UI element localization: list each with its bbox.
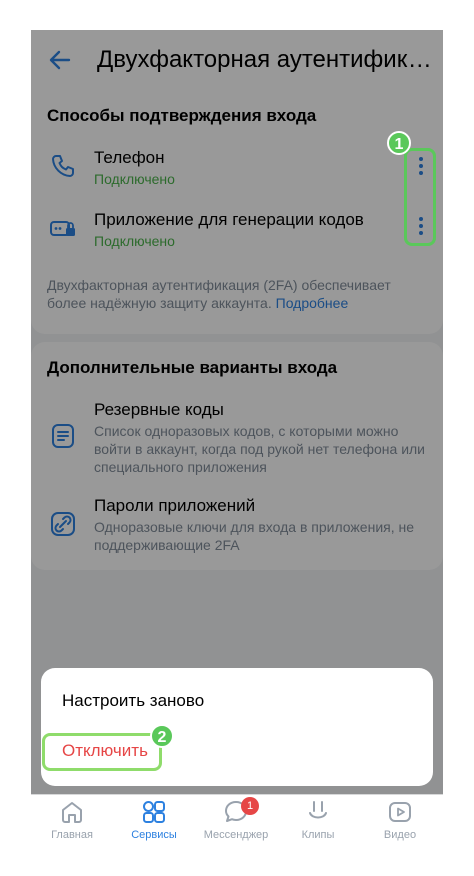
video-play-icon (389, 802, 411, 822)
clips-icon (309, 801, 327, 819)
tab-label: Сервисы (131, 829, 177, 841)
tab-label: Клипы (301, 829, 335, 841)
phone-screen: Двухфакторная аутентификация Способы под… (31, 30, 443, 846)
tab-services[interactable]: Сервисы (113, 799, 195, 845)
tab-label: Видео (383, 829, 417, 841)
home-icon (62, 802, 82, 823)
tab-video[interactable]: Видео (359, 799, 441, 845)
services-grid-icon (143, 801, 165, 823)
step-badge: 1 (387, 131, 411, 155)
unread-count-badge: 1 (241, 797, 259, 815)
step-badge: 2 (150, 724, 174, 748)
tab-home[interactable]: Главная (31, 799, 113, 845)
tab-messenger[interactable]: 1 Мессенджер (195, 797, 277, 845)
reset-button[interactable]: Настроить заново (62, 691, 204, 711)
tab-label: Мессенджер (203, 829, 269, 841)
tab-bar: Главная Сервисы 1 Мессенджер Клипы Видео (31, 794, 443, 846)
tab-clips[interactable]: Клипы (277, 799, 359, 845)
highlight-frame (404, 148, 436, 246)
tab-label: Главная (51, 829, 93, 841)
highlight-frame (42, 733, 162, 771)
